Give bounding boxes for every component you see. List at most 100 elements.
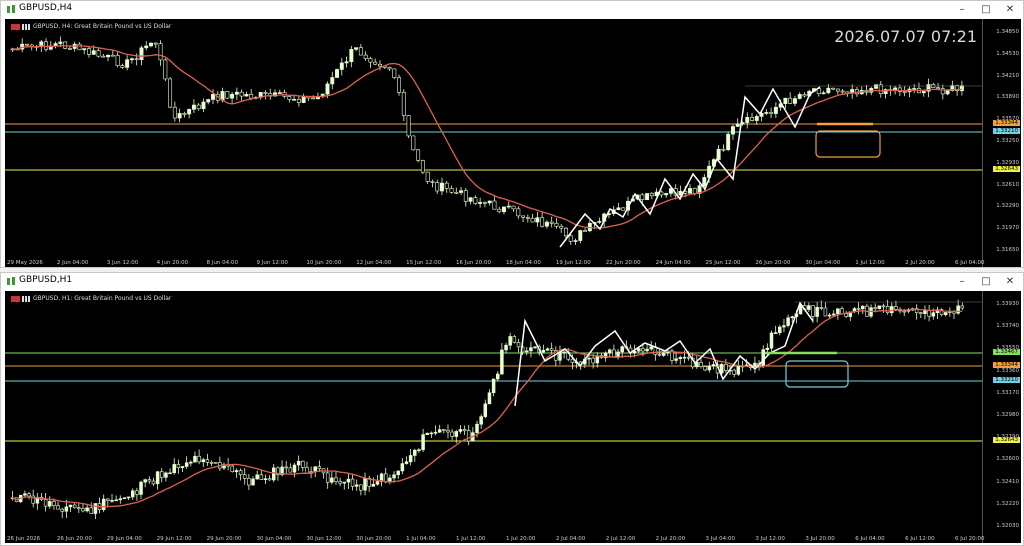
candle-body bbox=[449, 188, 454, 193]
candle-body bbox=[325, 472, 330, 483]
candle-body bbox=[397, 77, 402, 93]
candle-body bbox=[139, 481, 143, 495]
candle-body bbox=[835, 88, 840, 92]
candle-body bbox=[894, 306, 898, 310]
time-tick-label: 3 Jun 12:00 bbox=[106, 260, 139, 266]
candlestick-plot[interactable] bbox=[5, 19, 983, 267]
candle-body bbox=[25, 43, 29, 46]
candle-body bbox=[91, 50, 96, 55]
candle-body bbox=[82, 48, 87, 51]
close-button[interactable]: ✕ bbox=[1001, 2, 1019, 18]
candle-body bbox=[317, 466, 322, 469]
candle-body bbox=[425, 432, 429, 435]
candle-body bbox=[583, 230, 588, 232]
candle-body bbox=[158, 43, 163, 61]
candle-body bbox=[180, 466, 185, 468]
candle-body bbox=[259, 474, 264, 480]
close-button[interactable]: ✕ bbox=[1001, 274, 1019, 290]
time-tick-label: 1 Jul 04:00 bbox=[406, 536, 436, 542]
candle-body bbox=[115, 55, 120, 66]
price-tick-label: 1.33170 bbox=[996, 389, 1019, 396]
time-tick-label: 1 Jul 12:00 bbox=[855, 260, 885, 266]
candle-body bbox=[27, 493, 31, 497]
price-tick-label: 1.32220 bbox=[996, 500, 1019, 507]
candle-body bbox=[761, 349, 765, 367]
time-tick-label: 2 Jun 04:00 bbox=[56, 260, 89, 266]
candle-body bbox=[475, 423, 479, 434]
candle-body bbox=[912, 88, 917, 90]
candle-body bbox=[209, 462, 214, 464]
candle-body bbox=[711, 364, 716, 367]
candle-body bbox=[769, 112, 774, 114]
candle-body bbox=[773, 106, 778, 114]
bar-chart-icon bbox=[22, 23, 30, 30]
price-tick-label: 1.34210 bbox=[996, 72, 1019, 79]
window-title: GBPUSD,H1 bbox=[19, 275, 73, 285]
candle-body bbox=[591, 357, 595, 364]
candle-body bbox=[213, 462, 218, 464]
candle-body bbox=[442, 429, 446, 431]
candle-body bbox=[242, 474, 247, 479]
candle-body bbox=[191, 104, 196, 110]
candle-body bbox=[444, 182, 449, 189]
candle-body bbox=[511, 205, 516, 210]
candle-body bbox=[184, 462, 189, 467]
candle-body bbox=[292, 464, 297, 473]
candle-body bbox=[421, 434, 425, 451]
price-axis[interactable]: 1.339301.337401.335501.333601.331701.329… bbox=[982, 291, 1021, 543]
candle-body bbox=[101, 55, 106, 58]
candle-body bbox=[172, 106, 177, 119]
candle-body bbox=[48, 501, 52, 507]
time-tick-label: 6 Jul 04:00 bbox=[955, 260, 985, 266]
candle-body bbox=[450, 431, 454, 437]
maximize-button[interactable]: □ bbox=[977, 274, 995, 290]
candle-body bbox=[106, 498, 110, 501]
candle-body bbox=[707, 365, 712, 371]
price-level-badge: 1.32643 bbox=[993, 166, 1020, 172]
candle-body bbox=[463, 190, 468, 202]
candle-body bbox=[122, 497, 127, 500]
candle-body bbox=[612, 349, 616, 358]
candle-body bbox=[234, 91, 239, 95]
price-tick-label: 1.32030 bbox=[996, 523, 1019, 529]
candle-body bbox=[473, 197, 478, 204]
candle-body bbox=[621, 207, 626, 211]
candle-body bbox=[292, 98, 297, 101]
price-tick-label: 1.32600 bbox=[996, 456, 1019, 463]
price-chart-h1[interactable]: GBPUSD, H1: Great Britain Pound vs US Do… bbox=[5, 291, 1021, 543]
candle-body bbox=[339, 62, 344, 70]
candle-body bbox=[288, 467, 293, 473]
window-titlebar[interactable]: GBPUSD,H1 – □ ✕ bbox=[1, 273, 1023, 291]
candle-body bbox=[325, 83, 330, 95]
candle-body bbox=[927, 310, 931, 317]
time-tick-label: 3 Jul 04:00 bbox=[705, 536, 735, 542]
candle-body bbox=[890, 306, 894, 314]
candle-body bbox=[201, 101, 206, 110]
candle-body bbox=[363, 478, 367, 491]
price-axis[interactable]: 1.348501.345301.342101.338901.335701.332… bbox=[982, 19, 1021, 267]
candle-body bbox=[87, 48, 91, 55]
flag-icon bbox=[11, 23, 20, 30]
candle-body bbox=[797, 94, 802, 99]
candle-body bbox=[420, 160, 425, 173]
price-chart-h4[interactable]: GBPUSD, H4: Great Britain Pound vs US Do… bbox=[5, 19, 1021, 267]
candle-body bbox=[425, 171, 430, 182]
candle-body bbox=[754, 116, 759, 121]
minimize-button[interactable]: – bbox=[953, 274, 971, 290]
candle-body bbox=[620, 346, 624, 353]
candle-body bbox=[404, 461, 409, 464]
candlestick-plot[interactable] bbox=[5, 291, 983, 543]
candle-body bbox=[189, 461, 193, 464]
bar-chart-icon bbox=[22, 295, 30, 302]
candle-body bbox=[135, 490, 139, 495]
candle-body bbox=[197, 455, 201, 463]
maximize-button[interactable]: □ bbox=[977, 2, 995, 18]
time-tick-label: 26 Jun 2026 bbox=[7, 536, 41, 542]
candle-body bbox=[466, 430, 471, 442]
candle-body bbox=[815, 307, 819, 317]
window-title: GBPUSD,H4 bbox=[19, 3, 73, 13]
minimize-button[interactable]: – bbox=[953, 2, 971, 18]
candle-body bbox=[52, 501, 56, 506]
candle-body bbox=[525, 350, 529, 353]
window-titlebar[interactable]: GBPUSD,H4 – □ ✕ bbox=[1, 1, 1023, 19]
